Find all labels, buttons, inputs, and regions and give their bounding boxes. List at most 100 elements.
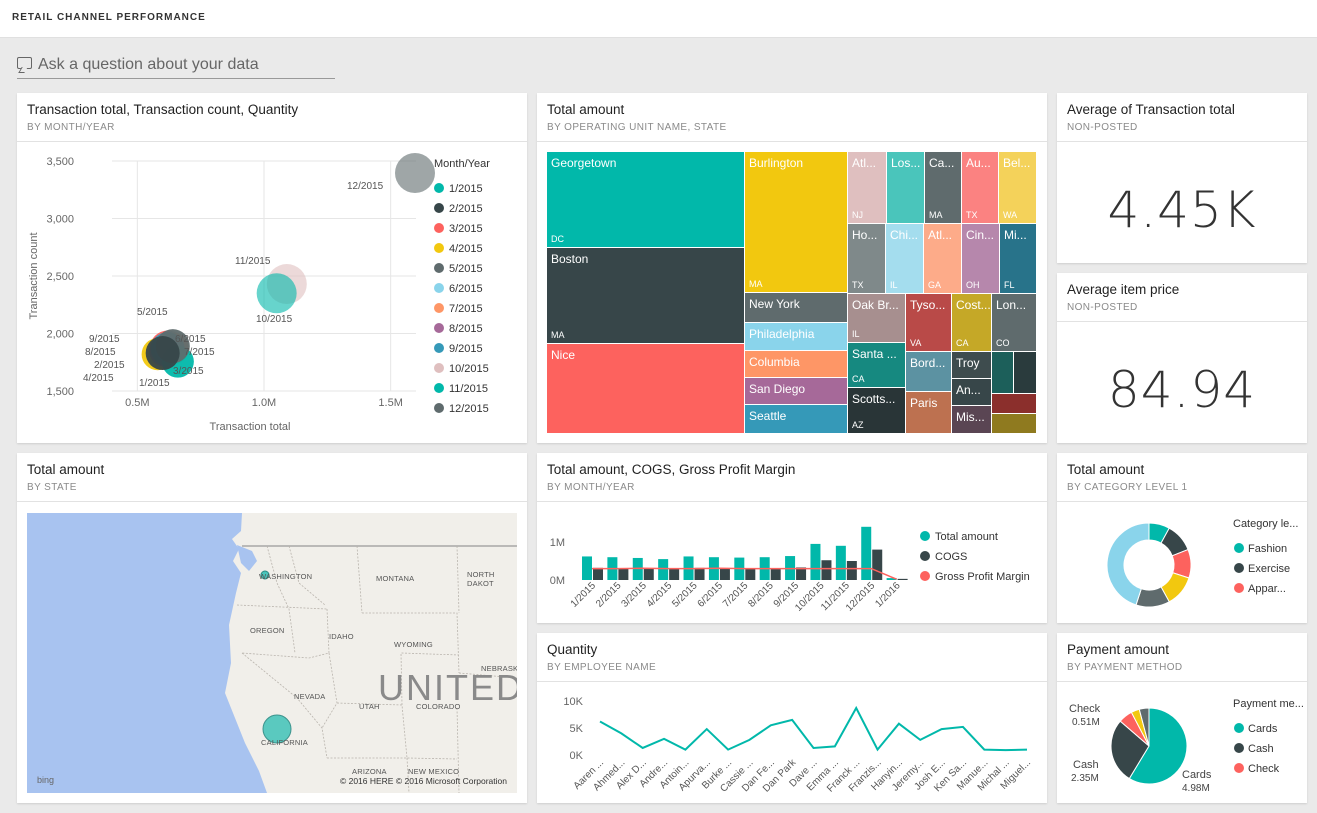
legend-item: Total amount — [935, 531, 998, 543]
legend-marker — [920, 531, 930, 541]
x-tick-label: 0.5M — [125, 397, 149, 409]
treemap-label: Boston — [551, 252, 589, 266]
treemap-state: IL — [852, 329, 860, 339]
ocean-area — [27, 513, 267, 793]
map-label: IDAHO — [329, 632, 354, 641]
treemap-cell[interactable]: Mi... FL — [1000, 224, 1037, 294]
treemap-cell[interactable]: San Diego — [745, 378, 848, 405]
treemap-cell[interactable]: Nice — [547, 344, 745, 434]
treemap-cell[interactable]: Los... — [887, 152, 925, 224]
legend-marker — [434, 403, 444, 413]
tile-title: Total amount — [27, 462, 105, 477]
legend-item: 3/2015 — [449, 223, 483, 235]
treemap-cell[interactable]: Burlington MA — [745, 152, 848, 293]
tile-subtitle: NON-POSTED — [1067, 122, 1138, 133]
treemap-cell[interactable]: Cost... CA — [952, 294, 992, 352]
qa-input[interactable] — [38, 53, 335, 77]
legend-item: Fashion — [1248, 543, 1287, 555]
point-label: 8/2015 — [85, 347, 116, 358]
tile-avg-item-price[interactable]: Average item price NON-POSTED 84.94 — [1057, 273, 1307, 443]
treemap-label: Columbia — [749, 355, 800, 369]
line-quantity — [599, 705, 1028, 752]
tile-avg-transaction[interactable]: Average of Transaction total NON-POSTED … — [1057, 93, 1307, 263]
treemap-cell[interactable]: Columbia — [745, 351, 848, 378]
y-tick-label: 1,500 — [46, 386, 74, 398]
map-label: UTAH — [359, 702, 380, 711]
map-canvas[interactable]: WASHINGTON MONTANA NORTH DAKOT OREGON ID… — [27, 513, 517, 793]
treemap-cell[interactable]: Seattle — [745, 405, 848, 434]
treemap-cell[interactable]: Lon... CO — [992, 294, 1037, 352]
treemap-cell[interactable]: Boston MA — [547, 248, 745, 344]
treemap-label: Chi... — [890, 228, 919, 242]
tile-subtitle: BY STATE — [27, 482, 77, 493]
map-label: ARIZONA — [352, 767, 387, 776]
bar-cogs — [593, 567, 603, 580]
tile-payment[interactable]: Payment amount BY PAYMENT METHOD Cards 4.… — [1057, 633, 1307, 803]
legend-item: Appar... — [1248, 583, 1286, 595]
tile-subtitle: BY CATEGORY LEVEL 1 — [1067, 482, 1188, 493]
treemap-cell[interactable]: Georgetown DC — [547, 152, 745, 248]
treemap-cell[interactable]: Santa ... CA — [848, 343, 906, 388]
data-label-name: Cash — [1073, 759, 1099, 771]
tile-quantity[interactable]: Quantity BY EMPLOYEE NAME 10K 5K 0K Aaren .… — [537, 633, 1047, 803]
treemap-cell[interactable]: Scotts... AZ — [848, 388, 906, 434]
treemap-cell[interactable]: Mis... — [952, 406, 992, 434]
treemap-cell[interactable] — [1014, 352, 1037, 394]
point-label: 7/2015 — [184, 347, 215, 358]
treemap-cell[interactable]: An... — [952, 379, 992, 406]
treemap-cell[interactable]: Bel... WA — [999, 152, 1037, 224]
treemap-cell[interactable]: Oak Br... IL — [848, 294, 906, 343]
bar-total-amount — [658, 559, 669, 580]
x-tick-label: 7/2015 — [721, 580, 751, 610]
treemap-cell[interactable]: Paris — [906, 392, 952, 434]
treemap-state: CA — [852, 374, 865, 384]
treemap-cell[interactable]: Troy — [952, 352, 992, 379]
treemap-label: Santa ... — [852, 347, 897, 361]
treemap-cell[interactable]: Atl... NJ — [848, 152, 887, 224]
legend-item: 4/2015 — [449, 243, 483, 255]
legend-marker — [1234, 543, 1244, 553]
treemap-cell[interactable] — [992, 352, 1014, 394]
treemap-cell[interactable]: Ho... TX — [848, 224, 886, 294]
combo-chart: 1M 0M 1/20152/20153/20154/20155/20156/2015… — [550, 526, 1030, 614]
treemap-label: Atl... — [928, 228, 953, 242]
treemap-cell[interactable]: Cin... OH — [962, 224, 1000, 294]
treemap-label: Oak Br... — [852, 298, 899, 312]
legend-marker — [434, 323, 444, 333]
treemap-label: Cost... — [956, 298, 991, 312]
tile-map[interactable]: Total amount BY STATE WASHINGTON MONTANA… — [17, 453, 527, 803]
treemap-cell[interactable]: Chi... IL — [886, 224, 924, 294]
tile-subtitle: BY PAYMENT METHOD — [1067, 662, 1183, 673]
tile-title: Payment amount — [1067, 642, 1170, 657]
legend-marker — [434, 343, 444, 353]
x-tick-label: 1.0M — [252, 397, 276, 409]
tile-combo[interactable]: Total amount, COGS, Gross Profit Margin … — [537, 453, 1047, 623]
x-tick-label: 3/2015 — [619, 580, 649, 610]
bar-cogs — [745, 568, 756, 580]
tile-subtitle: BY EMPLOYEE NAME — [547, 662, 657, 673]
treemap-state: CO — [996, 338, 1010, 348]
kpi-value: 84.94 — [1107, 361, 1257, 419]
tile-subtitle: BY MONTH/YEAR — [27, 122, 115, 133]
point-label: 9/2015 — [89, 334, 120, 345]
treemap-cell[interactable]: Atl... GA — [924, 224, 962, 294]
treemap-cell[interactable]: Au... TX — [962, 152, 999, 224]
treemap-cell[interactable]: New York — [745, 293, 848, 323]
treemap-cell[interactable]: Tyso... VA — [906, 294, 952, 352]
x-tick-label: 6/2015 — [696, 580, 726, 610]
legend-marker — [434, 223, 444, 233]
y-tick-label: 0M — [550, 575, 565, 587]
tile-treemap[interactable]: Total amount BY OPERATING UNIT NAME, STA… — [537, 93, 1047, 443]
tile-donut[interactable]: Total amount BY CATEGORY LEVEL 1 Categor… — [1057, 453, 1307, 623]
bar-cogs — [643, 568, 654, 580]
legend-marker — [1234, 743, 1244, 753]
treemap-cell[interactable]: Ca... MA — [925, 152, 962, 224]
treemap-cell[interactable] — [992, 414, 1037, 434]
treemap-cell[interactable]: Philadelphia — [745, 323, 848, 351]
tile-divider — [17, 141, 527, 142]
treemap-cell[interactable]: Bord... — [906, 352, 952, 392]
treemap-cell[interactable] — [992, 394, 1037, 414]
data-label-name: Cards — [1182, 769, 1212, 781]
tile-scatter[interactable]: Transaction total, Transaction count, Qu… — [17, 93, 527, 443]
legend-item: Check — [1248, 763, 1280, 775]
